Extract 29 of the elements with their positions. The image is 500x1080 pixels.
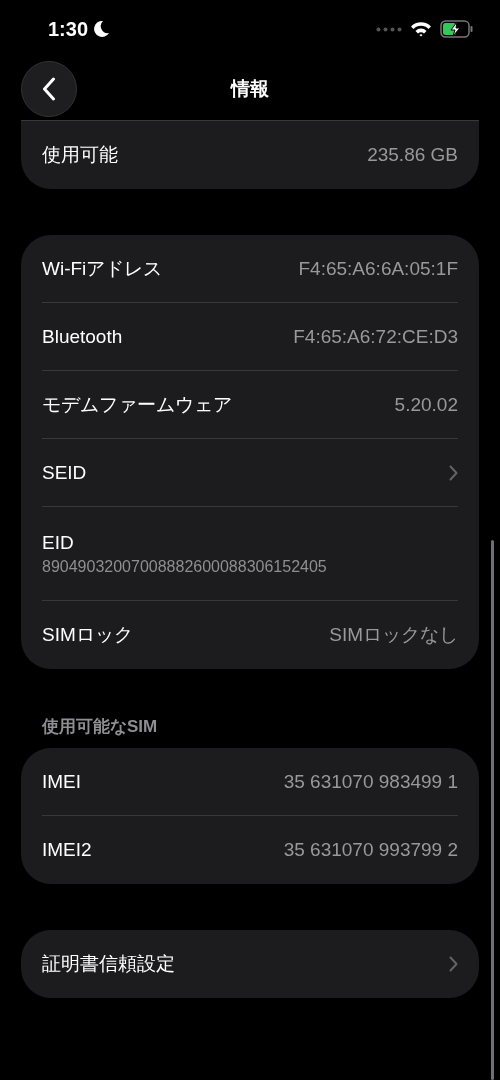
row-value: SIMロックなし (329, 623, 458, 647)
back-icon (42, 77, 56, 101)
row-label: Wi-Fiアドレス (42, 256, 163, 281)
back-button[interactable] (21, 61, 77, 117)
row-label[interactable]: SEID (42, 461, 87, 484)
row-value: F4:65:A6:72:CE:D3 (293, 325, 458, 348)
moon-icon (94, 20, 111, 38)
row-label: SIMロック (42, 623, 133, 647)
row-label: IMEI (42, 770, 82, 793)
row-value: F4:65:A6:6A:05:1F (298, 257, 458, 280)
row-label: 使用可能 (42, 143, 118, 167)
row-value: 89049032007008882600088306152405 (42, 557, 327, 576)
battery-icon (440, 20, 474, 38)
row-value: 35 631070 993799 2 (283, 839, 458, 861)
status-time: 1:30 (48, 17, 89, 41)
wifi-icon (410, 21, 432, 37)
row-label: Bluetooth (42, 325, 123, 348)
section-header: 使用可能なSIM (41, 716, 159, 738)
row-label: IMEI2 (42, 839, 92, 861)
row-value: 35 631070 983499 1 (283, 770, 458, 793)
row-label: EID (42, 531, 74, 554)
signal-icon (376, 26, 402, 32)
row-label[interactable]: 証明書信頼設定 (42, 951, 175, 977)
page-title: 情報 (231, 77, 269, 101)
row-label: モデムファームウェア (42, 392, 232, 417)
chevron-icon (449, 956, 458, 972)
row-value: 5.20.02 (394, 393, 458, 416)
chevron-icon (449, 464, 458, 481)
row-value: 235.86 GB (367, 144, 458, 166)
